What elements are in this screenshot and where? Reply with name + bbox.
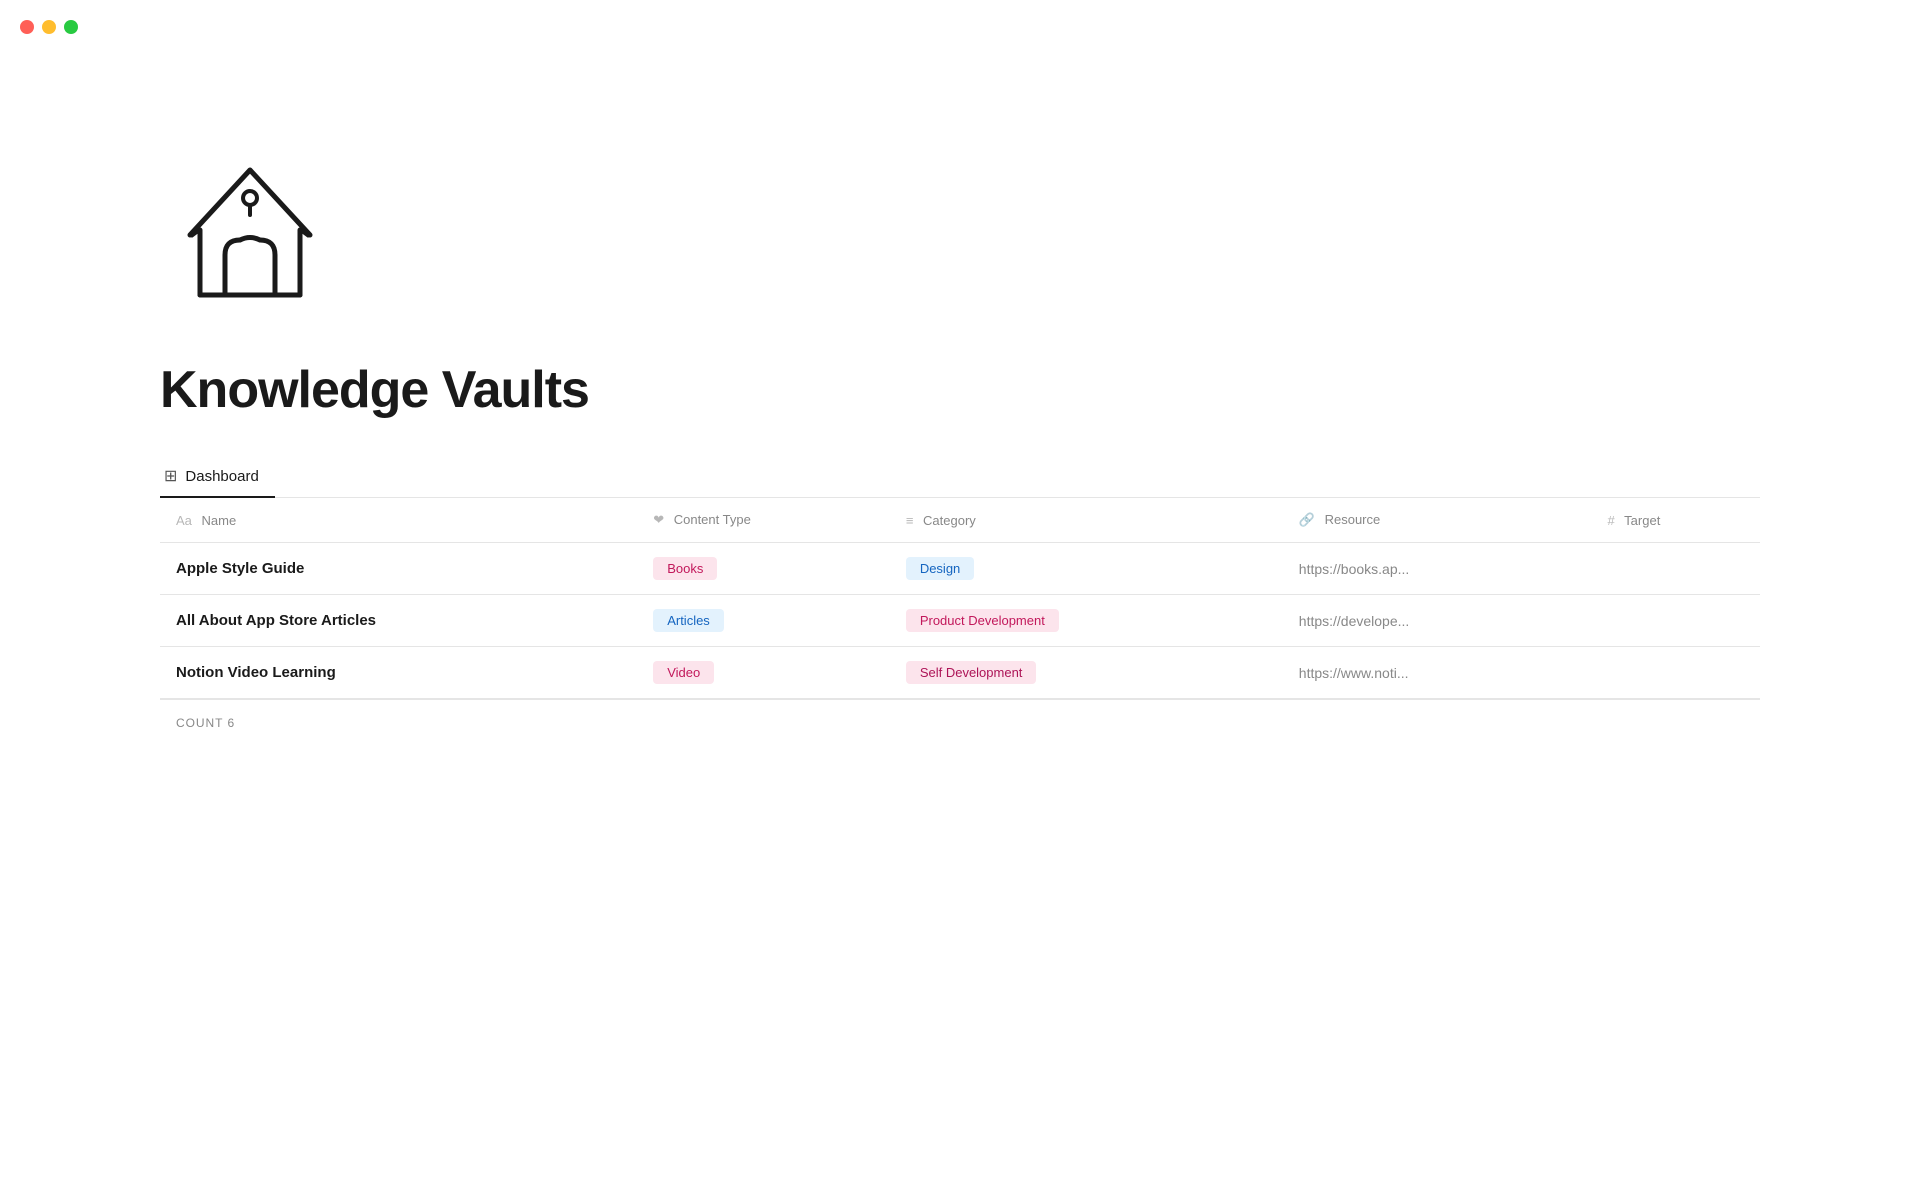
content-type-header-icon: ❤ [653,512,664,527]
table-row[interactable]: All About App Store Articles Articles Pr… [160,595,1760,647]
cell-target-0 [1592,543,1760,595]
header-target: # Target [1592,498,1760,543]
category-header-icon: ≡ [906,513,914,528]
data-table: Aa Name ❤ Content Type ≡ Category 🔗 Reso… [160,498,1760,699]
count-label: COUNT [176,716,223,730]
content-type-badge-1: Articles [653,609,724,632]
category-badge-1: Product Development [906,609,1059,632]
count-value: 6 [228,716,236,730]
table-header: Aa Name ❤ Content Type ≡ Category 🔗 Reso… [160,498,1760,543]
cell-category-2: Self Development [890,647,1283,699]
cell-category-1: Product Development [890,595,1283,647]
count-footer: COUNT 6 [160,699,1760,746]
page-title: Knowledge Vaults [160,360,1760,420]
cell-name-1: All About App Store Articles [160,595,637,647]
cell-target-1 [1592,595,1760,647]
tabs-container: ⊞ Dashboard [160,456,1760,498]
traffic-lights [20,20,78,34]
dashboard-tab-icon: ⊞ [164,466,177,486]
close-button[interactable] [20,20,34,34]
category-badge-2: Self Development [906,661,1037,684]
cell-name-0: Apple Style Guide [160,543,637,595]
cell-content-type-1: Articles [637,595,890,647]
maximize-button[interactable] [64,20,78,34]
table-row[interactable]: Notion Video Learning Video Self Develop… [160,647,1760,699]
header-category: ≡ Category [890,498,1283,543]
content-type-badge-0: Books [653,557,717,580]
cell-resource-0: https://books.ap... [1283,543,1592,595]
minimize-button[interactable] [42,20,56,34]
cell-resource-1: https://develope... [1283,595,1592,647]
cell-content-type-2: Video [637,647,890,699]
cell-resource-2: https://www.noti... [1283,647,1592,699]
header-content-type: ❤ Content Type [637,498,890,543]
tab-dashboard[interactable]: ⊞ Dashboard [160,456,275,498]
cell-category-0: Design [890,543,1283,595]
resource-header-icon: 🔗 [1299,512,1315,527]
page-icon [160,140,340,320]
category-badge-0: Design [906,557,974,580]
cell-content-type-0: Books [637,543,890,595]
tab-dashboard-label: Dashboard [185,468,258,485]
header-resource: 🔗 Resource [1283,498,1592,543]
cell-target-2 [1592,647,1760,699]
target-header-icon: # [1608,513,1615,528]
cell-name-2: Notion Video Learning [160,647,637,699]
table-row[interactable]: Apple Style Guide Books Design https://b… [160,543,1760,595]
main-content: Knowledge Vaults ⊞ Dashboard Aa Name ❤ C… [0,0,1920,826]
name-header-icon: Aa [176,513,192,528]
content-type-badge-2: Video [653,661,714,684]
header-name: Aa Name [160,498,637,543]
